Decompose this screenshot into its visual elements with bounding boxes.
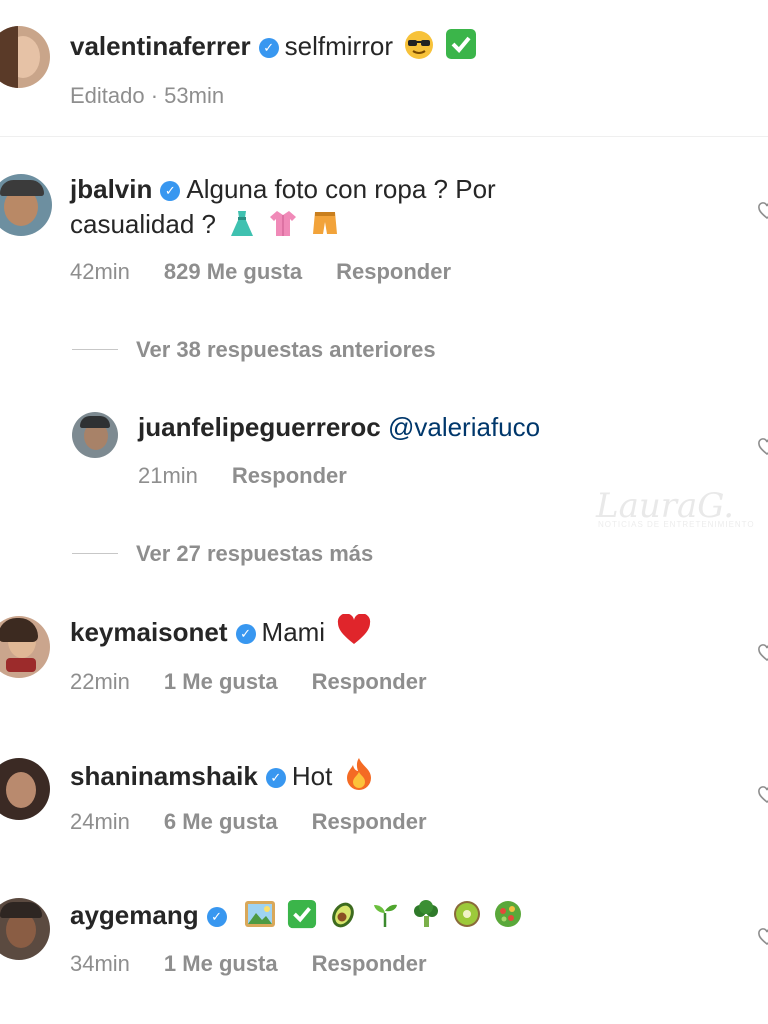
view-previous-replies-label[interactable]: Ver 38 respuestas anteriores [136,337,436,362]
check-box-emoji-icon [287,899,317,937]
view-more-replies-label[interactable]: Ver 27 respuestas más [136,541,373,566]
verified-badge-icon: ✓ [258,38,279,58]
heart-outline-icon[interactable] [758,928,768,946]
reply-row: juanfelipeguerreroc @valeriafuco [138,410,540,444]
comment-time: 22min [70,669,130,694]
like-count[interactable]: 829 Me gusta [164,259,302,284]
like-count[interactable]: 1 Me gusta [164,669,278,694]
red-heart-emoji-icon [336,613,372,654]
reply-button[interactable]: Responder [336,259,451,284]
comment-text: Hot [291,761,333,791]
comment-meta: 42min 829 Me gusta Responder [70,258,485,286]
reply-username[interactable]: juanfelipeguerreroc [138,412,381,442]
verified-badge-icon: ✓ [160,181,181,201]
dress-emoji-icon [227,208,257,246]
sunglasses-emoji-icon [404,30,434,68]
caption-text: selfmirror [284,31,393,61]
comment-username[interactable]: keymaisonet [70,617,228,647]
picture-emoji-icon [244,899,276,937]
comment-row: aygemang ✓ [70,898,523,937]
fire-emoji-icon [344,756,374,798]
avatar[interactable] [0,758,50,820]
seedling-emoji-icon [370,899,400,937]
reply-button[interactable]: Responder [232,463,347,488]
reply-button[interactable]: Responder [312,951,427,976]
shorts-emoji-icon [310,208,340,246]
verified-badge-icon: ✓ [235,624,256,644]
reply-time: 21min [138,463,198,488]
heart-outline-icon[interactable] [758,644,768,662]
verified-badge-icon: ✓ [206,907,227,927]
reply-meta: 21min Responder [138,462,381,490]
comment-meta: 34min 1 Me gusta Responder [70,950,461,978]
comment-time: 34min [70,951,130,976]
verified-badge-icon: ✓ [265,768,286,788]
comment-username[interactable]: jbalvin [70,174,152,204]
broccoli-emoji-icon [411,899,441,937]
reply-button[interactable]: Responder [312,669,427,694]
comment-row: jbalvin ✓ Alguna foto con ropa ? Por [70,172,496,206]
like-count[interactable]: 1 Me gusta [164,951,278,976]
divider [72,349,118,350]
avatar[interactable] [0,898,50,960]
reply-button[interactable]: Responder [312,809,427,834]
check-box-emoji-icon [445,28,477,68]
comment-meta: 22min 1 Me gusta Responder [70,668,461,696]
comment-row-continued: casualidad ? [70,207,340,246]
comment-text: Mami [261,617,326,647]
view-previous-replies-button[interactable]: Ver 38 respuestas anteriores [72,336,436,364]
kiwi-emoji-icon [452,899,482,937]
caption-row: valentinaferrer ✓ selfmirror [70,28,477,68]
post-caption: valentinaferrer ✓ selfmirror Editado · 53m… [0,0,768,137]
comment-row: keymaisonet ✓ Mami [70,613,372,654]
caption-meta: Editado · 53min [70,83,225,108]
avatar[interactable] [0,26,50,88]
comment-time: 42min [70,259,130,284]
comment-text: casualidad ? [70,209,216,239]
comment-time: 24min [70,809,130,834]
view-more-replies-button[interactable]: Ver 27 respuestas más [72,540,373,568]
blouse-emoji-icon [268,208,298,246]
divider [72,553,118,554]
heart-outline-icon[interactable] [758,786,768,804]
avocado-emoji-icon [328,899,358,937]
comment-row: shaninamshaik ✓ Hot [70,756,374,798]
caption-username[interactable]: valentinaferrer [70,31,251,61]
comment-text: Alguna foto con ropa ? Por [186,174,496,204]
watermark-tagline: NOTICIAS DE ENTRETENIMIENTO [598,520,755,529]
avatar[interactable] [72,412,118,458]
heart-outline-icon[interactable] [758,438,768,456]
comment-meta: 24min 6 Me gusta Responder [70,808,461,836]
heart-outline-icon[interactable] [758,202,768,220]
avatar[interactable] [0,616,50,678]
salad-emoji-icon [493,899,523,937]
avatar[interactable] [0,174,52,236]
like-count[interactable]: 6 Me gusta [164,809,278,834]
comment-username[interactable]: aygemang [70,900,199,930]
mention-link[interactable]: @valeriafuco [388,412,540,442]
comment-username[interactable]: shaninamshaik [70,761,258,791]
